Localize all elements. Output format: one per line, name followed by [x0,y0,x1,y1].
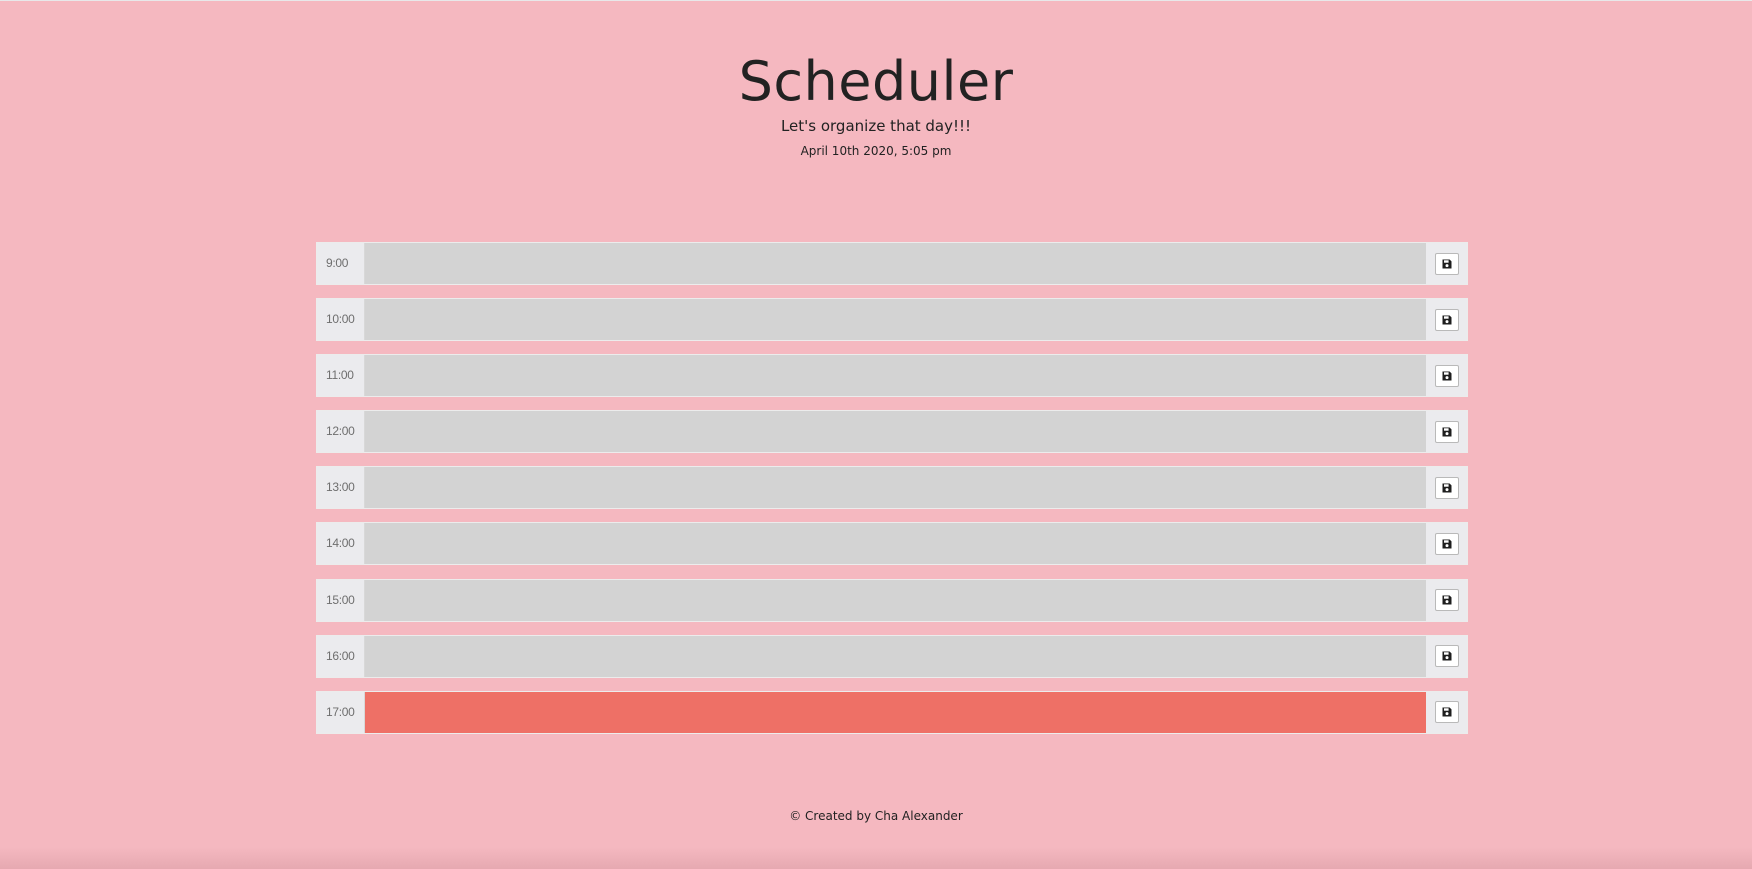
save-cell [1426,299,1467,341]
save-button[interactable] [1434,476,1459,499]
save-cell [1426,579,1467,621]
floppy-disk-icon [1442,539,1452,549]
save-cell [1426,691,1467,733]
hour-label: 17:00 [317,691,365,733]
floppy-disk-icon [1442,651,1452,661]
event-description-input[interactable] [365,691,1426,733]
current-day: April 10th 2020, 5:05 pm [800,144,952,158]
event-description-input[interactable] [365,411,1426,453]
save-button[interactable] [1434,589,1459,612]
floppy-disk-icon [1442,371,1452,381]
time-block-row: 11:00 [316,354,1468,398]
schedule-container: 9:00 10:00 11:00 12:00 13:00 14:00 15:00 16:00 1… [316,242,1468,747]
save-button[interactable] [1434,420,1459,443]
save-button[interactable] [1434,364,1459,387]
time-block-row: 10:00 [316,298,1468,342]
event-description-input[interactable] [365,355,1426,397]
save-cell [1426,243,1467,284]
floppy-disk-icon [1442,427,1452,437]
hour-label: 12:00 [317,411,365,453]
top-edge [0,0,1752,1]
save-button[interactable] [1434,645,1459,668]
time-block-row: 16:00 [316,634,1468,678]
bottom-fade [0,847,1752,869]
floppy-disk-icon [1442,483,1452,493]
footer-credit: © Created by Cha Alexander [789,809,963,823]
event-description-input[interactable] [365,243,1426,284]
save-cell [1426,411,1467,453]
save-cell [1426,467,1467,509]
floppy-disk-icon [1442,707,1452,717]
save-button[interactable] [1434,532,1459,555]
save-button[interactable] [1434,308,1459,331]
save-cell [1426,523,1467,565]
floppy-disk-icon [1442,595,1452,605]
floppy-disk-icon [1442,315,1452,325]
time-block-row: 12:00 [316,410,1468,454]
hour-label: 10:00 [317,299,365,341]
hour-label: 13:00 [317,467,365,509]
hour-label: 16:00 [317,635,365,677]
event-description-input[interactable] [365,579,1426,621]
save-button[interactable] [1434,701,1459,724]
floppy-disk-icon [1442,259,1452,269]
page-title: Scheduler [738,50,1014,113]
hour-label: 14:00 [317,523,365,565]
hour-label: 15:00 [317,579,365,621]
lead-text: Let's organize that day!!! [780,117,972,135]
event-description-input[interactable] [365,523,1426,565]
time-block-row: 15:00 [316,578,1468,622]
event-description-input[interactable] [365,299,1426,341]
event-description-input[interactable] [365,635,1426,677]
save-cell [1426,355,1467,397]
save-button[interactable] [1434,252,1459,275]
time-block-row: 13:00 [316,466,1468,510]
footer: © Created by Cha Alexander [0,806,1752,826]
hour-label: 11:00 [317,355,365,397]
time-block-row: 17:00 [316,690,1468,734]
save-cell [1426,635,1467,677]
event-description-input[interactable] [365,467,1426,509]
hour-label: 9:00 [317,243,365,284]
time-block-row: 9:00 [316,242,1468,285]
time-block-row: 14:00 [316,522,1468,566]
